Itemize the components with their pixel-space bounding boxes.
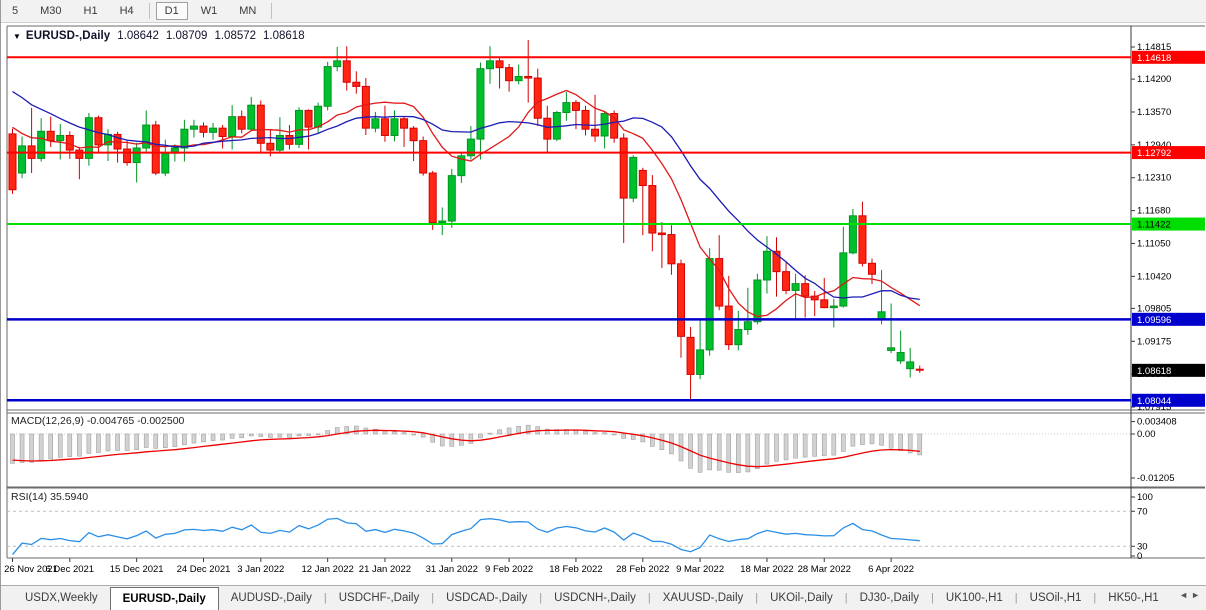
svg-text:9 Feb 2022: 9 Feb 2022 xyxy=(485,564,533,575)
symbol-tab-usoil[interactable]: USOil-,H1 xyxy=(1018,586,1094,610)
svg-text:12 Jan 2022: 12 Jan 2022 xyxy=(302,564,354,575)
timeframe-button-h4[interactable]: H4 xyxy=(111,2,143,20)
svg-text:28 Feb 2022: 28 Feb 2022 xyxy=(616,564,669,575)
svg-text:1.09175: 1.09175 xyxy=(1137,336,1171,347)
symbol-tab-hk50[interactable]: HK50-,H1 xyxy=(1096,586,1171,610)
svg-text:1.12792: 1.12792 xyxy=(1137,148,1171,159)
symbol-tab-eurusd[interactable]: EURUSD-,Daily xyxy=(110,587,219,610)
price-chart-canvas[interactable]: 1.148151.142001.135701.129401.123101.116… xyxy=(1,24,1206,584)
svg-text:0.00: 0.00 xyxy=(1137,429,1156,440)
level-badge-1.14618: 1.14618 xyxy=(1132,51,1205,64)
svg-text:21 Jan 2022: 21 Jan 2022 xyxy=(359,564,411,575)
svg-text:18 Mar 2022: 18 Mar 2022 xyxy=(740,564,793,575)
svg-text:1.08618: 1.08618 xyxy=(1137,366,1171,377)
toolbar-separator xyxy=(271,3,272,19)
chart-symbol-label: EURUSD-,Daily xyxy=(26,30,110,42)
svg-text:31 Jan 2022: 31 Jan 2022 xyxy=(426,564,478,575)
svg-text:1.09805: 1.09805 xyxy=(1137,303,1171,314)
symbol-tabbar: USDX,WeeklyEURUSD-,DailyAUDUSD-,Daily|US… xyxy=(1,585,1206,610)
svg-text:18 Feb 2022: 18 Feb 2022 xyxy=(549,564,602,575)
quote-open: 1.08642 xyxy=(117,30,159,42)
svg-text:15 Dec 2021: 15 Dec 2021 xyxy=(110,564,164,575)
svg-text:1.11050: 1.11050 xyxy=(1137,238,1171,249)
timeframe-button-h1[interactable]: H1 xyxy=(75,2,107,20)
svg-text:9 Mar 2022: 9 Mar 2022 xyxy=(676,564,724,575)
svg-text:0.003408: 0.003408 xyxy=(1137,417,1177,428)
timeframe-button-w1[interactable]: W1 xyxy=(192,2,227,20)
rsi-indicator-label: RSI(14) 35.5940 xyxy=(11,491,88,503)
timeframe-button-d1[interactable]: D1 xyxy=(156,2,188,20)
symbol-tab-usdcad[interactable]: USDCAD-,Daily xyxy=(434,586,539,610)
symbol-tab-ukoil[interactable]: UKOil-,Daily xyxy=(758,586,845,610)
symbol-tab-audusd[interactable]: AUDUSD-,Daily xyxy=(219,586,324,610)
svg-text:6 Dec 2021: 6 Dec 2021 xyxy=(46,564,95,575)
svg-text:-0.01205: -0.01205 xyxy=(1137,473,1175,484)
svg-text:1.09596: 1.09596 xyxy=(1137,315,1171,326)
timeframe-button-m30[interactable]: M30 xyxy=(31,2,70,20)
symbol-tab-xauusd[interactable]: XAUUSD-,Daily xyxy=(651,586,756,610)
quote-low: 1.08572 xyxy=(214,30,256,42)
svg-text:1.13570: 1.13570 xyxy=(1137,107,1171,118)
timeframe-toolbar: 5M30 H1H4 D1W1MN xyxy=(1,0,1206,23)
symbol-tab-uk100[interactable]: UK100-,H1 xyxy=(934,586,1015,610)
chart-title: ▼ EURUSD-,Daily 1.08642 1.08709 1.08572 … xyxy=(13,30,305,42)
tab-scroll-arrows[interactable]: ◄► xyxy=(1179,590,1203,600)
svg-text:28 Mar 2022: 28 Mar 2022 xyxy=(798,564,851,575)
svg-text:1.14200: 1.14200 xyxy=(1137,74,1171,85)
svg-text:70: 70 xyxy=(1137,506,1148,517)
symbol-tab-usdcnh[interactable]: USDCNH-,Daily xyxy=(542,586,648,610)
svg-text:1.11422: 1.11422 xyxy=(1137,220,1171,231)
svg-text:1.08044: 1.08044 xyxy=(1137,396,1171,407)
symbol-tab-dj30[interactable]: DJ30-,Daily xyxy=(848,586,931,610)
chart-workspace[interactable]: ▼ EURUSD-,Daily 1.08642 1.08709 1.08572 … xyxy=(1,24,1206,584)
svg-text:100: 100 xyxy=(1137,492,1153,503)
level-badge-1.08044: 1.08044 xyxy=(1132,394,1205,407)
svg-text:0: 0 xyxy=(1137,551,1142,562)
tab-scroll-left-icon[interactable]: ◄ xyxy=(1179,590,1191,600)
level-badge-1.09596: 1.09596 xyxy=(1132,313,1205,326)
tab-scroll-right-icon[interactable]: ► xyxy=(1191,590,1203,600)
svg-text:1.14618: 1.14618 xyxy=(1137,53,1171,64)
symbol-tab-usdchf[interactable]: USDCHF-,Daily xyxy=(327,586,432,610)
macd-values: -0.004765 -0.002500 xyxy=(87,415,185,427)
svg-text:6 Apr 2022: 6 Apr 2022 xyxy=(868,564,914,575)
chevron-down-icon[interactable]: ▼ xyxy=(13,32,21,41)
svg-text:3 Jan 2022: 3 Jan 2022 xyxy=(237,564,284,575)
level-badge-1.12792: 1.12792 xyxy=(1132,146,1205,159)
quote-high: 1.08709 xyxy=(166,30,208,42)
symbol-tab-usdx[interactable]: USDX,Weekly xyxy=(13,586,110,610)
timeframe-button-5[interactable]: 5 xyxy=(3,2,27,20)
quote-close: 1.08618 xyxy=(263,30,305,42)
trading-platform-window: 5M30 H1H4 D1W1MN ▼ EURUSD-,Daily 1.08642 1… xyxy=(0,0,1206,610)
svg-text:1.11680: 1.11680 xyxy=(1137,206,1171,217)
macd-indicator-label: MACD(12,26,9) -0.004765 -0.002500 xyxy=(11,415,184,427)
timeframe-button-mn[interactable]: MN xyxy=(230,2,265,20)
toolbar-separator xyxy=(149,3,150,19)
current-price-badge: 1.08618 xyxy=(1132,364,1205,377)
svg-text:1.12310: 1.12310 xyxy=(1137,173,1171,184)
rsi-value: 35.5940 xyxy=(50,491,88,503)
svg-text:24 Dec 2021: 24 Dec 2021 xyxy=(177,564,231,575)
level-badge-1.11422: 1.11422 xyxy=(1132,218,1205,231)
svg-text:1.10420: 1.10420 xyxy=(1137,271,1171,282)
